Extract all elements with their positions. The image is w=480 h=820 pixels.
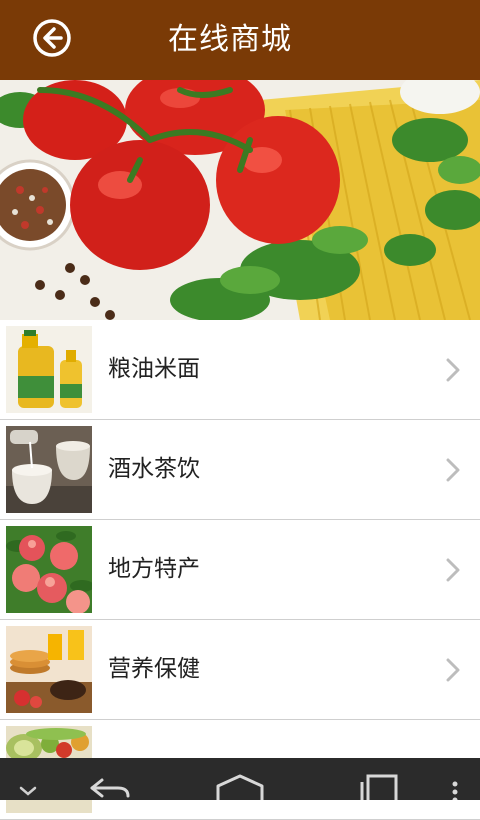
banner-image — [0, 80, 480, 320]
back-icon — [90, 778, 130, 798]
health-nutrition-thumbnail — [6, 626, 92, 713]
category-label: 酒水茶饮 — [108, 456, 200, 482]
chevron-right-icon — [446, 458, 460, 482]
category-item-local-specialties[interactable]: 地方特产 — [0, 520, 480, 620]
category-item-drinks-tea[interactable]: 酒水茶饮 — [0, 420, 480, 520]
app-header: 在线商城 — [0, 0, 480, 80]
chevron-right-icon — [446, 658, 460, 682]
system-recent-apps-button[interactable] — [348, 758, 408, 808]
category-label: 粮油米面 — [108, 356, 200, 382]
chevron-down-icon — [19, 786, 37, 796]
chevron-right-icon — [446, 558, 460, 582]
chevron-right-icon — [446, 358, 460, 382]
category-item-health-nutrition[interactable]: 营养保健 — [0, 620, 480, 720]
menu-dots-icon — [452, 781, 458, 803]
system-nav-bar — [0, 758, 480, 808]
hide-keyboard-button[interactable] — [10, 758, 46, 800]
page-title: 在线商城 — [168, 22, 292, 57]
system-back-button[interactable] — [78, 758, 138, 800]
grain-oil-thumbnail — [6, 326, 92, 413]
drinks-tea-thumbnail — [6, 426, 92, 513]
recent-apps-icon — [360, 774, 398, 808]
overflow-menu-button[interactable] — [440, 758, 470, 803]
category-item-grain-oil[interactable]: 粮油米面 — [0, 320, 480, 420]
category-label: 营养保健 — [108, 656, 200, 682]
home-icon — [216, 774, 264, 800]
system-home-button[interactable] — [210, 758, 270, 800]
category-label: 地方特产 — [108, 556, 200, 582]
category-list: 粮油米面 酒水茶饮 地方特产 营养保健 — [0, 320, 480, 820]
local-specialties-thumbnail — [6, 526, 92, 613]
